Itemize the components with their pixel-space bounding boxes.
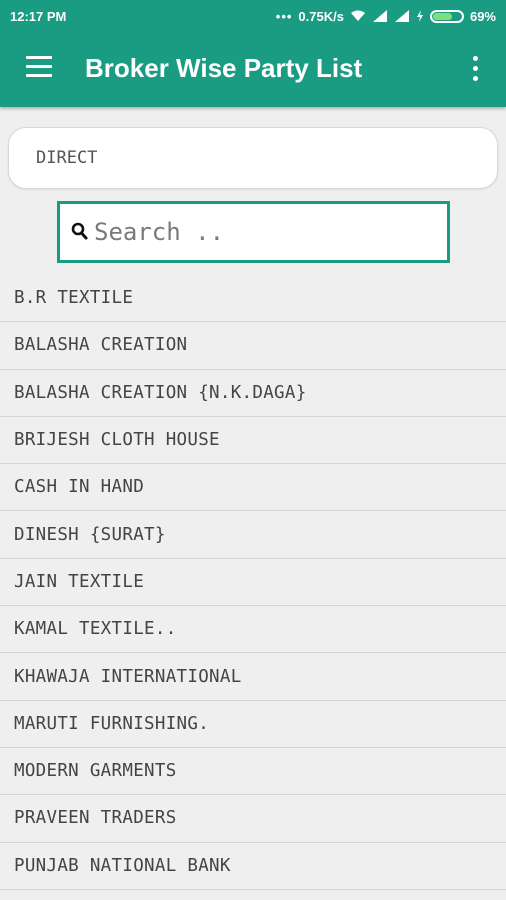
notification-dots-icon: ••• (275, 8, 293, 24)
list-item[interactable]: MODERN GARMENTS (0, 748, 506, 796)
search-icon (71, 222, 88, 240)
wifi-icon (350, 10, 365, 21)
list-item[interactable]: CASH IN HAND (0, 464, 506, 512)
list-item[interactable]: JAIN TEXTILE (0, 559, 506, 607)
battery-icon (429, 9, 464, 23)
battery-fill (432, 12, 452, 20)
battery-percent: 69% (469, 8, 496, 24)
broker-selector[interactable]: DIRECT (8, 127, 498, 189)
network-speed: 0.75K/s (298, 8, 344, 24)
search-box[interactable] (57, 201, 450, 263)
list-item[interactable]: B.R TEXTILE (0, 275, 506, 323)
signal-icon-2 (394, 10, 409, 22)
list-item[interactable]: KHAWAJA INTERNATIONAL (0, 653, 506, 701)
more-options-icon[interactable] (466, 54, 484, 84)
list-item[interactable]: DINESH {SURAT} (0, 511, 506, 559)
list-item[interactable]: BALASHA CREATION (0, 322, 506, 370)
page-title: Broker Wise Party List (85, 53, 363, 83)
status-bar: 12:17 PM ••• 0.75K/s 69% (0, 0, 506, 32)
charging-icon (416, 10, 423, 22)
party-list: B.R TEXTILE BALASHA CREATION BALASHA CREAT… (0, 275, 506, 890)
list-item[interactable]: PRAVEEN TRADERS (0, 795, 506, 843)
list-item[interactable]: PUNJAB NATIONAL BANK (0, 843, 506, 890)
list-item[interactable]: BALASHA CREATION {N.K.DAGA} (0, 370, 506, 417)
list-item[interactable]: BRIJESH CLOTH HOUSE (0, 417, 506, 465)
menu-icon[interactable] (26, 56, 54, 80)
app-bar: Broker Wise Party List (0, 32, 506, 107)
status-icons: ••• 0.75K/s 69% (276, 9, 496, 24)
list-item[interactable]: KAMAL TEXTILE.. (0, 606, 506, 654)
search-input[interactable] (94, 218, 434, 246)
signal-icon (372, 10, 387, 22)
list-item[interactable]: MARUTI FURNISHING. (0, 701, 506, 748)
status-time: 12:17 PM (10, 8, 67, 24)
